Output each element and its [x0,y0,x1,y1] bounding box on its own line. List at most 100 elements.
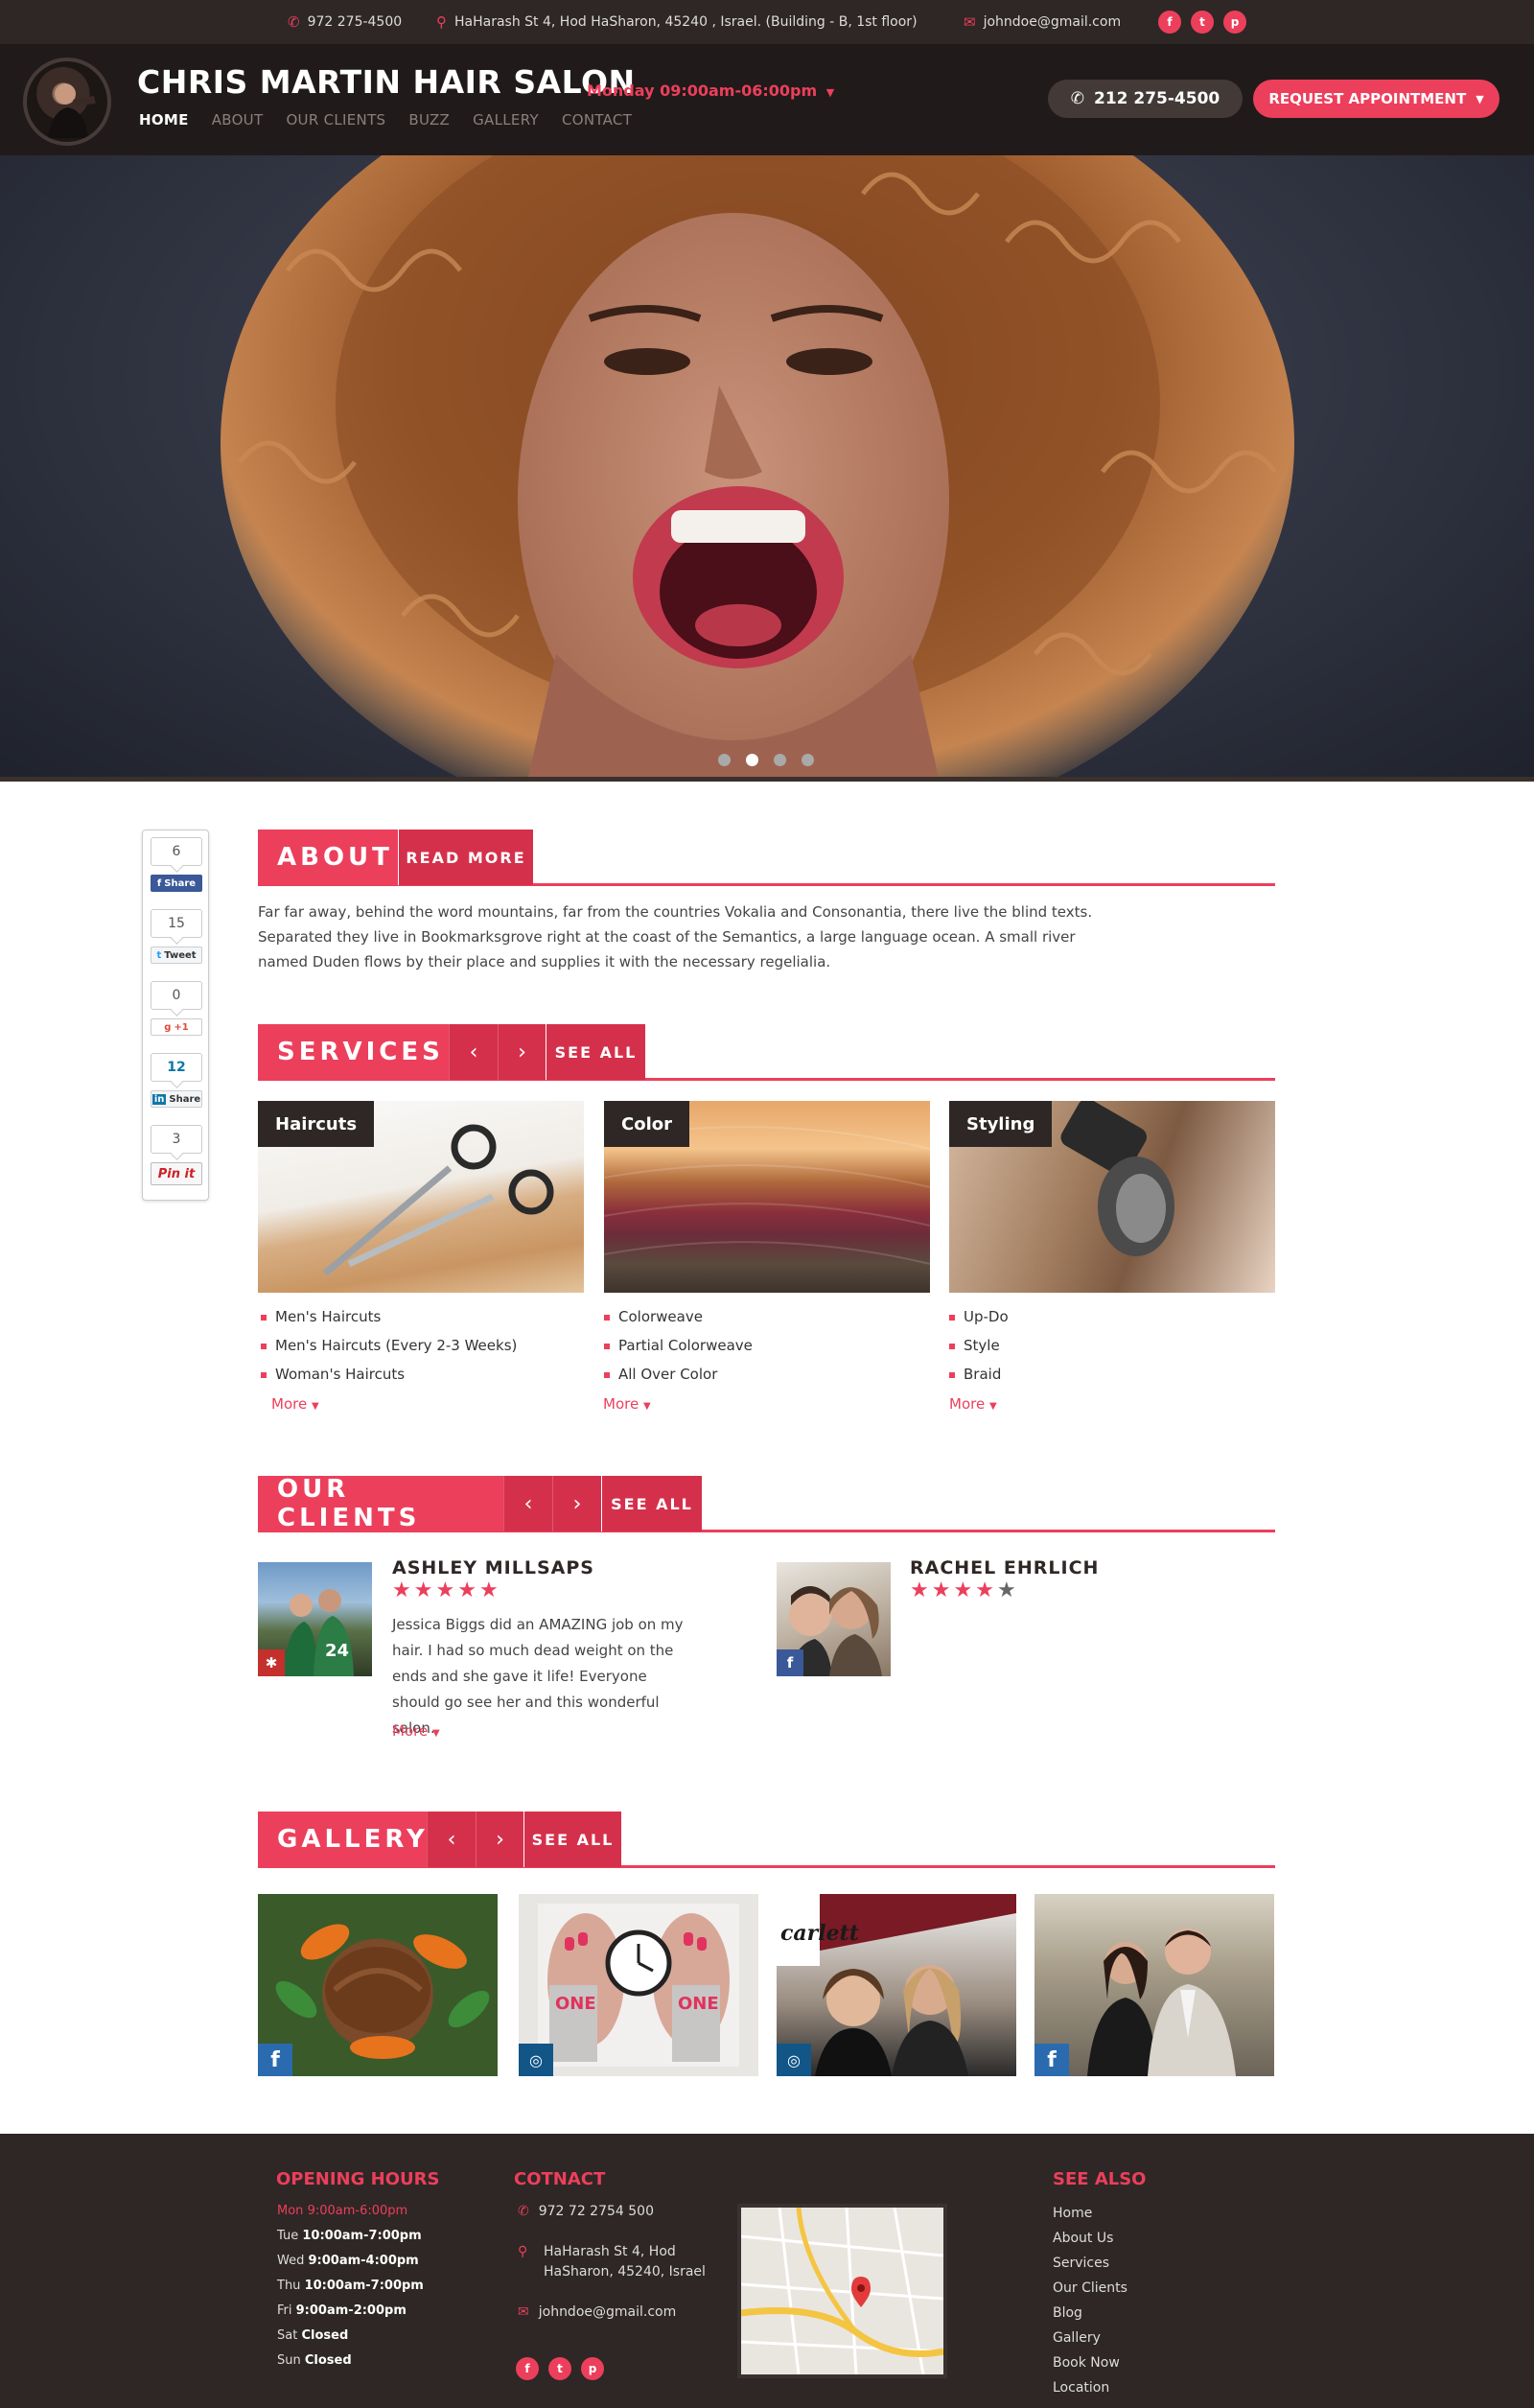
phone-button[interactable]: ✆ 212 275-4500 [1048,80,1243,118]
footer-link-gallery[interactable]: Gallery [1053,2330,1101,2346]
facebook-icon[interactable]: f [258,2044,292,2076]
clients-next-button[interactable]: › [552,1476,601,1531]
list-item[interactable]: All Over Color [604,1360,930,1389]
haircuts-card-image[interactable]: Haircuts [258,1101,584,1293]
hours-row: Fri 9:00am-2:00pm [277,2303,407,2318]
gallery-image-2[interactable]: ONE ONE ◎ [519,1894,758,2076]
list-item[interactable]: Up-Do [949,1302,1275,1331]
address-line: HaSharon, 45240, Israel [544,2264,706,2279]
tweet-button[interactable]: t Tweet [151,947,202,964]
google-plus-count: 0 [151,981,202,1010]
yelp-icon[interactable]: ✱ [258,1649,285,1676]
gallery-caption: ONE [555,1994,596,2014]
topbar-email[interactable]: ✉ johndoe@gmail.com [964,0,1121,44]
nav-home[interactable]: HOME [139,111,189,129]
slider-dot[interactable] [718,754,731,766]
styling-list: Up-Do Style Braid [949,1302,1275,1389]
opening-hours-dropdown[interactable]: Monday 09:00am-06:00pm ▼ [587,82,834,100]
gallery-next-button[interactable]: › [476,1812,523,1867]
instagram-icon[interactable]: ◎ [519,2044,553,2076]
footer-link-home[interactable]: Home [1053,2206,1092,2221]
pinterest-count: 3 [151,1125,202,1154]
about-read-more-button[interactable]: READ MORE [398,830,533,885]
nav-gallery[interactable]: GALLERY [473,111,539,129]
list-item[interactable]: Partial Colorweave [604,1331,930,1360]
pinterest-icon[interactable]: p [581,2357,604,2380]
services-see-all-button[interactable]: SEE ALL [546,1024,645,1080]
gallery-prev-button[interactable]: ‹ [427,1812,476,1867]
list-item[interactable]: Colorweave [604,1302,930,1331]
twitter-icon[interactable]: t [548,2357,571,2380]
slider-dot[interactable] [802,754,814,766]
hours-text: Monday 09:00am-06:00pm [587,82,818,100]
footer-phone[interactable]: ✆ 972 72 2754 500 [518,2204,654,2219]
footer-link-about-us[interactable]: About Us [1053,2231,1113,2246]
facebook-icon[interactable]: f [1034,2044,1069,2076]
facebook-share-label: Share [164,877,197,889]
color-card-image[interactable]: Color [604,1101,930,1293]
list-item[interactable]: Style [949,1331,1275,1360]
pin-it-button[interactable]: Pin it [151,1162,202,1185]
slider-dot-active[interactable] [746,754,758,766]
nav-our-clients[interactable]: OUR CLIENTS [286,111,385,129]
hero-slider[interactable] [0,155,1534,782]
facebook-icon[interactable]: f [1158,11,1181,34]
nav-buzz[interactable]: BUZZ [408,111,450,129]
envelope-icon: ✉ [518,2304,529,2320]
color-more-link[interactable]: More ▼ [603,1395,651,1413]
list-item[interactable]: Men's Haircuts [261,1302,587,1331]
services-next-button[interactable]: › [498,1024,546,1080]
gallery-image-1[interactable]: f [258,1894,498,2076]
client-photo-ashley[interactable]: 24 ✱ [258,1562,372,1676]
clients-prev-button[interactable]: ‹ [503,1476,552,1531]
styling-more-link[interactable]: More ▼ [949,1395,997,1413]
facebook-icon[interactable]: f [516,2357,539,2380]
twitter-icon[interactable]: t [1191,11,1214,34]
footer-link-blog[interactable]: Blog [1053,2305,1082,2321]
topbar-phone[interactable]: ✆ 972 275-4500 [288,0,402,44]
gallery-caption: carlett [780,1921,859,1946]
nav-about[interactable]: ABOUT [212,111,264,129]
request-appointment-button[interactable]: REQUEST APPOINTMENT ▼ [1253,80,1499,118]
styling-label: Styling [949,1101,1053,1147]
star-empty-icon: ★ [996,1578,1019,1602]
google-plus-button[interactable]: g +1 [151,1018,202,1036]
pinterest-icon[interactable]: p [1223,11,1246,34]
gallery-image-graphic [275,1924,490,2059]
footer-link-book-now[interactable]: Book Now [1053,2355,1120,2371]
client-photo-rachel[interactable]: f [777,1562,891,1676]
gallery-see-all-button[interactable]: SEE ALL [523,1812,621,1867]
services-prev-button[interactable]: ‹ [449,1024,498,1080]
styling-card-image[interactable]: Styling [949,1101,1275,1293]
client-more-link[interactable]: More ▼ [392,1722,440,1740]
list-item[interactable]: Men's Haircuts (Every 2-3 Weeks) [261,1331,587,1360]
hours-time: 10:00am-7:00pm [304,2279,424,2293]
footer-link-services[interactable]: Services [1053,2256,1109,2271]
salon-name[interactable]: CHRIS MARTIN HAIR SALON [137,63,636,101]
hours-day: Wed [277,2254,305,2268]
haircuts-more-link[interactable]: More ▼ [271,1395,319,1413]
location-map[interactable] [737,2204,947,2378]
more-label: More [392,1722,429,1740]
clients-see-all-button[interactable]: SEE ALL [601,1476,702,1531]
nav-contact[interactable]: CONTACT [562,111,632,129]
header: CHRIS MARTIN HAIR SALON Monday 09:00am-0… [0,44,1534,155]
list-item[interactable]: Braid [949,1360,1275,1389]
list-item[interactable]: Woman's Haircuts [261,1360,587,1389]
facebook-icon[interactable]: f [777,1649,803,1676]
phone-icon: ✆ [518,2204,529,2219]
linkedin-share-button[interactable]: in Share [151,1090,202,1108]
see-also-title: SEE ALSO [1053,2169,1147,2189]
salon-logo[interactable] [23,58,111,146]
instagram-icon[interactable]: ◎ [777,2044,811,2076]
gallery-image-3[interactable]: carlett ◎ [777,1894,1016,2076]
gallery-image-4[interactable]: f [1034,1894,1274,2076]
star-icon: ★ [910,1578,932,1602]
slider-dot[interactable] [774,754,786,766]
phone-icon: ✆ [1070,89,1084,108]
phone-icon: ✆ [288,13,300,31]
footer-link-our-clients[interactable]: Our Clients [1053,2280,1127,2296]
facebook-share-button[interactable]: f Share [151,875,202,892]
footer-link-location[interactable]: Location [1053,2380,1109,2396]
footer-email[interactable]: ✉ johndoe@gmail.com [518,2304,676,2320]
